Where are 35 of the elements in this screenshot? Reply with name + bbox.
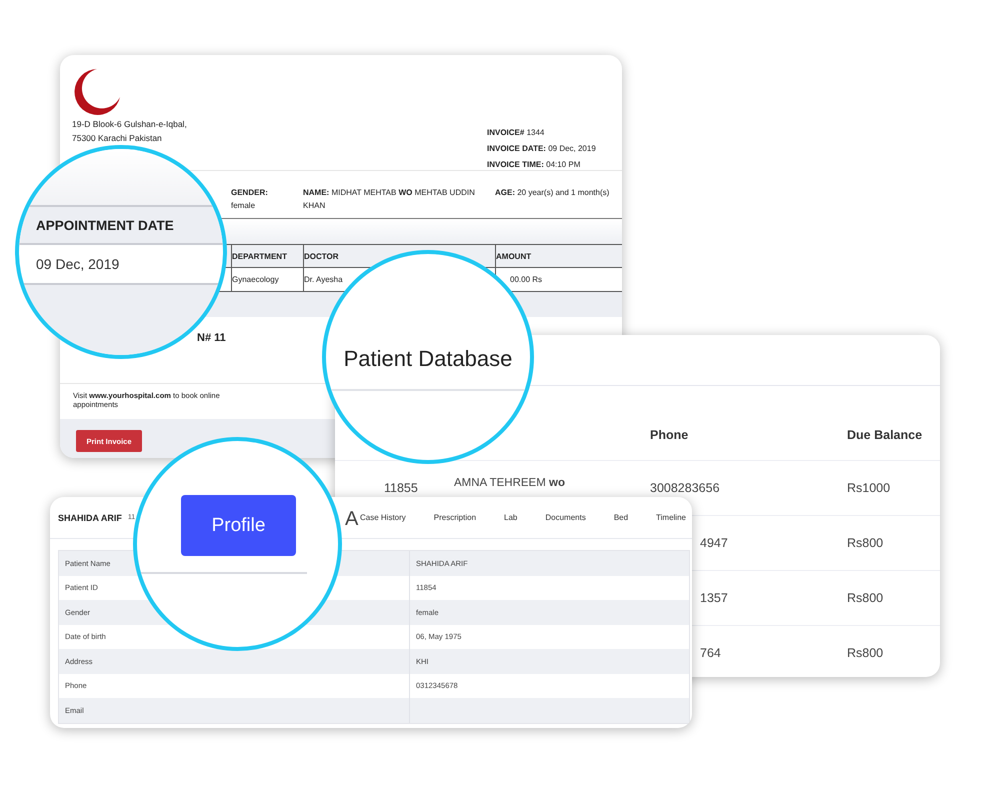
heading-text: A (345, 508, 360, 531)
crescent-logo (72, 67, 122, 117)
patient-name: SHAHIDA ARIF (58, 512, 122, 522)
tab[interactable]: Timeline (656, 511, 686, 524)
column-header: APPOINTMENT DATE (19, 205, 223, 245)
token-number: N# 11 (197, 332, 226, 344)
column-header: Due Balance (847, 428, 924, 442)
tab[interactable]: Case History (360, 511, 406, 524)
invoice-detail: INVOICE# 1344 (487, 127, 546, 139)
table-cell: 3008283656 (650, 481, 720, 495)
table-cell: 1357 (700, 591, 728, 605)
invoice-detail: INVOICE DATE: 09 Dec, 2019 (487, 143, 597, 155)
table-cell: Rs800 (847, 646, 884, 660)
tab[interactable]: Bed (614, 511, 628, 524)
address-line: 19-D Blook-6 Gulshan-e-Iqbal, (72, 118, 187, 131)
invoice-detail: INVOICE TIME: 04:10 PM (487, 159, 582, 171)
table-cell-text: AMNA TEHREEM wo (454, 477, 566, 489)
column-header: Phone (650, 428, 690, 442)
table-cell: 11855 (384, 481, 418, 495)
tab[interactable]: Prescription (434, 511, 476, 524)
table-cell: Rs1000 (847, 481, 890, 495)
table-cell: Rs800 (847, 536, 884, 550)
page-title: Patient Database (344, 346, 512, 371)
table-cell: 764 (700, 646, 721, 660)
tab[interactable]: Documents (545, 511, 586, 524)
patient-detail: AGE: 20 year(s) and 1 month(s) (495, 187, 610, 199)
column-header: AMOUNT (495, 244, 622, 268)
column-header: DEPARTMENT (231, 244, 303, 268)
profile-tab[interactable]: Profile (181, 495, 296, 556)
address-line: 75300 Karachi Pakistan (72, 132, 163, 145)
tab[interactable]: Lab (504, 511, 518, 524)
table-cell: 4947 (700, 536, 728, 550)
table-cell: Rs800 (847, 591, 884, 605)
patient-detail: GENDER: female (231, 187, 269, 212)
patient-detail: NAME: MIDHAT MEHTAB WO MEHTAB UDDIN KHAN (303, 187, 476, 212)
